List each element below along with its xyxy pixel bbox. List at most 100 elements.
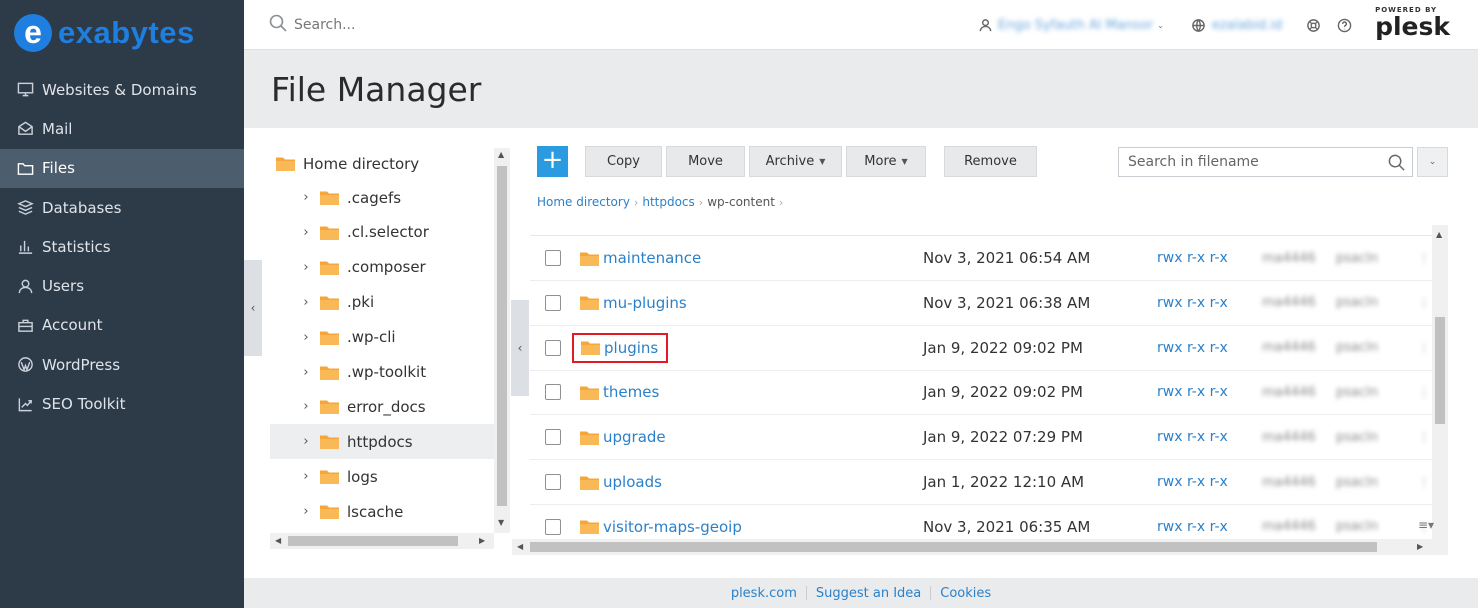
scroll-down-arrow[interactable]: ▼ [498, 518, 504, 527]
file-name-link[interactable]: maintenance [580, 249, 701, 267]
row-checkbox[interactable] [545, 339, 561, 356]
file-permissions[interactable]: rwx r-x r-x [1157, 250, 1228, 266]
search-options-button[interactable]: ⌄ [1417, 147, 1448, 177]
file-permissions[interactable]: rwx r-x r-x [1157, 519, 1228, 535]
chevron-right-icon[interactable]: › [298, 365, 314, 380]
row-menu[interactable]: ⋮ [1418, 251, 1430, 265]
sidebar-item-websites-domains[interactable]: Websites & Domains [0, 70, 244, 109]
tree-item[interactable]: › .wp-toolkit [270, 355, 494, 390]
sidebar-item-account[interactable]: Account [0, 306, 244, 345]
sidebar-item-wordpress[interactable]: WordPress [0, 345, 244, 384]
question-icon[interactable] [1335, 16, 1353, 34]
brand-logo[interactable]: e exabytes [14, 12, 195, 54]
file-row[interactable]: mu-plugins Nov 3, 2021 06:38 AM rwx r-x r-… [530, 281, 1432, 326]
row-checkbox[interactable] [545, 250, 561, 266]
scroll-left-arrow[interactable]: ◀ [517, 542, 523, 551]
row-menu[interactable]: ⋮ [1418, 385, 1430, 399]
scroll-right-arrow[interactable]: ▶ [1417, 542, 1423, 551]
tree-item[interactable]: › .composer [270, 250, 494, 285]
file-name-link[interactable]: upgrade [580, 428, 666, 446]
filename-search-input[interactable] [1128, 154, 1378, 170]
row-menu[interactable]: ⋮ [1418, 430, 1430, 444]
sidebar-item-databases[interactable]: Databases [0, 188, 244, 227]
chevron-right-icon[interactable]: › [298, 399, 314, 414]
tree-item[interactable]: › httpdocs [270, 424, 494, 460]
row-menu[interactable]: ⋮ [1418, 475, 1430, 489]
global-search-input[interactable] [294, 17, 594, 33]
file-permissions[interactable]: rwx r-x r-x [1157, 340, 1228, 356]
chevron-right-icon[interactable]: › [298, 225, 314, 240]
row-checkbox[interactable] [545, 518, 561, 535]
move-button[interactable]: Move [666, 146, 745, 177]
chevron-right-icon[interactable]: › [298, 330, 314, 345]
row-menu[interactable]: ⋮ [1418, 296, 1430, 310]
user-menu[interactable]: Engo Syfauth Al Mansor [998, 18, 1153, 33]
file-name-link[interactable]: themes [580, 383, 659, 401]
sidebar-item-files[interactable]: Files [0, 148, 244, 188]
breadcrumb-home[interactable]: Home directory [537, 195, 630, 209]
file-permissions[interactable]: rwx r-x r-x [1157, 384, 1228, 400]
sidebar-item-statistics[interactable]: Statistics [0, 227, 244, 266]
file-row[interactable]: maintenance Nov 3, 2021 06:54 AM rwx r-x r… [530, 236, 1432, 281]
row-menu[interactable]: ⋮ [1418, 341, 1430, 355]
tree-item[interactable]: › error_docs [270, 389, 494, 424]
file-row[interactable]: themes Jan 9, 2022 09:02 PM rwx r-x r-x ma4… [530, 370, 1432, 416]
row-checkbox[interactable] [545, 429, 561, 446]
footer-link-suggest-idea[interactable]: Suggest an Idea [807, 586, 930, 601]
footer-link-cookies[interactable]: Cookies [931, 586, 1000, 601]
file-permissions[interactable]: rwx r-x r-x [1157, 429, 1228, 445]
file-name-link[interactable]: mu-plugins [580, 294, 687, 312]
scrollbar-thumb[interactable] [530, 542, 1377, 552]
file-row[interactable]: upgrade Jan 9, 2022 07:29 PM rwx r-x r-x ma… [530, 415, 1432, 461]
add-button[interactable]: + [537, 146, 568, 177]
archive-button[interactable]: Archive ▼ [749, 146, 842, 177]
file-name-link[interactable]: plugins [572, 332, 669, 363]
tree-item[interactable]: › .wp-cli [270, 320, 494, 355]
file-permissions[interactable]: rwx r-x r-x [1157, 474, 1228, 490]
row-checkbox[interactable] [545, 384, 561, 401]
scrollbar-thumb[interactable] [1435, 317, 1445, 424]
scrollbar-thumb[interactable] [497, 166, 507, 506]
chevron-right-icon[interactable]: › [298, 469, 314, 484]
sidebar-collapse-handle[interactable]: ‹ [244, 260, 262, 356]
row-checkbox[interactable] [545, 294, 561, 311]
sidebar-item-users[interactable]: Users [0, 266, 244, 305]
tree-item[interactable]: › .cagefs [270, 180, 494, 215]
chevron-right-icon[interactable]: › [298, 190, 314, 205]
list-horizontal-scrollbar[interactable]: ◀ ▶ [512, 539, 1448, 555]
sidebar-item-mail[interactable]: Mail [0, 109, 244, 148]
more-button[interactable]: More ▼ [846, 146, 926, 177]
breadcrumb-httpdocs[interactable]: httpdocs [642, 195, 694, 209]
tree-collapse-handle[interactable]: ‹ [511, 300, 529, 396]
chevron-right-icon[interactable]: › [298, 295, 314, 310]
file-name-link[interactable]: visitor-maps-geoip [580, 518, 742, 536]
file-permissions[interactable]: rwx r-x r-x [1157, 295, 1228, 311]
subscription-selector[interactable]: ezalabid.id [1212, 18, 1282, 33]
tree-item[interactable]: › .pki [270, 285, 494, 320]
help-support-icon[interactable] [1304, 16, 1322, 34]
chevron-right-icon[interactable]: › [298, 434, 314, 449]
chevron-right-icon[interactable]: › [298, 260, 314, 275]
scroll-up-arrow[interactable]: ▲ [498, 150, 504, 159]
tree-root[interactable]: Home directory [270, 146, 494, 181]
row-checkbox[interactable] [545, 474, 561, 490]
tree-vertical-scrollbar[interactable]: ▲ ▼ [494, 148, 510, 533]
scroll-left-arrow[interactable]: ◀ [275, 536, 281, 545]
file-row[interactable]: visitor-maps-geoip Nov 3, 2021 06:35 AM rw… [530, 505, 1432, 540]
remove-button[interactable]: Remove [944, 146, 1037, 177]
footer-link-plesk[interactable]: plesk.com [722, 586, 806, 601]
tree-item[interactable]: › lscache [270, 494, 494, 529]
sidebar-item-seo-toolkit[interactable]: SEO Toolkit [0, 384, 244, 423]
file-row[interactable]: plugins Jan 9, 2022 09:02 PM rwx r-x r-x ma… [530, 326, 1432, 371]
file-name-link[interactable]: uploads [580, 473, 662, 491]
scroll-up-arrow[interactable]: ▲ [1436, 230, 1442, 239]
tree-item[interactable]: › logs [270, 459, 494, 494]
search-icon[interactable] [1387, 153, 1406, 172]
file-row[interactable]: uploads Jan 1, 2022 12:10 AM rwx r-x r-x ma… [530, 460, 1432, 505]
tree-horizontal-scrollbar[interactable]: ◀ ▶ [270, 533, 494, 549]
column-menu-icon[interactable]: ≡▾ [1418, 518, 1434, 532]
list-vertical-scrollbar[interactable]: ▲ [1432, 225, 1448, 540]
copy-button[interactable]: Copy [585, 146, 662, 177]
scroll-right-arrow[interactable]: ▶ [479, 536, 485, 545]
chevron-right-icon[interactable]: › [298, 504, 314, 519]
